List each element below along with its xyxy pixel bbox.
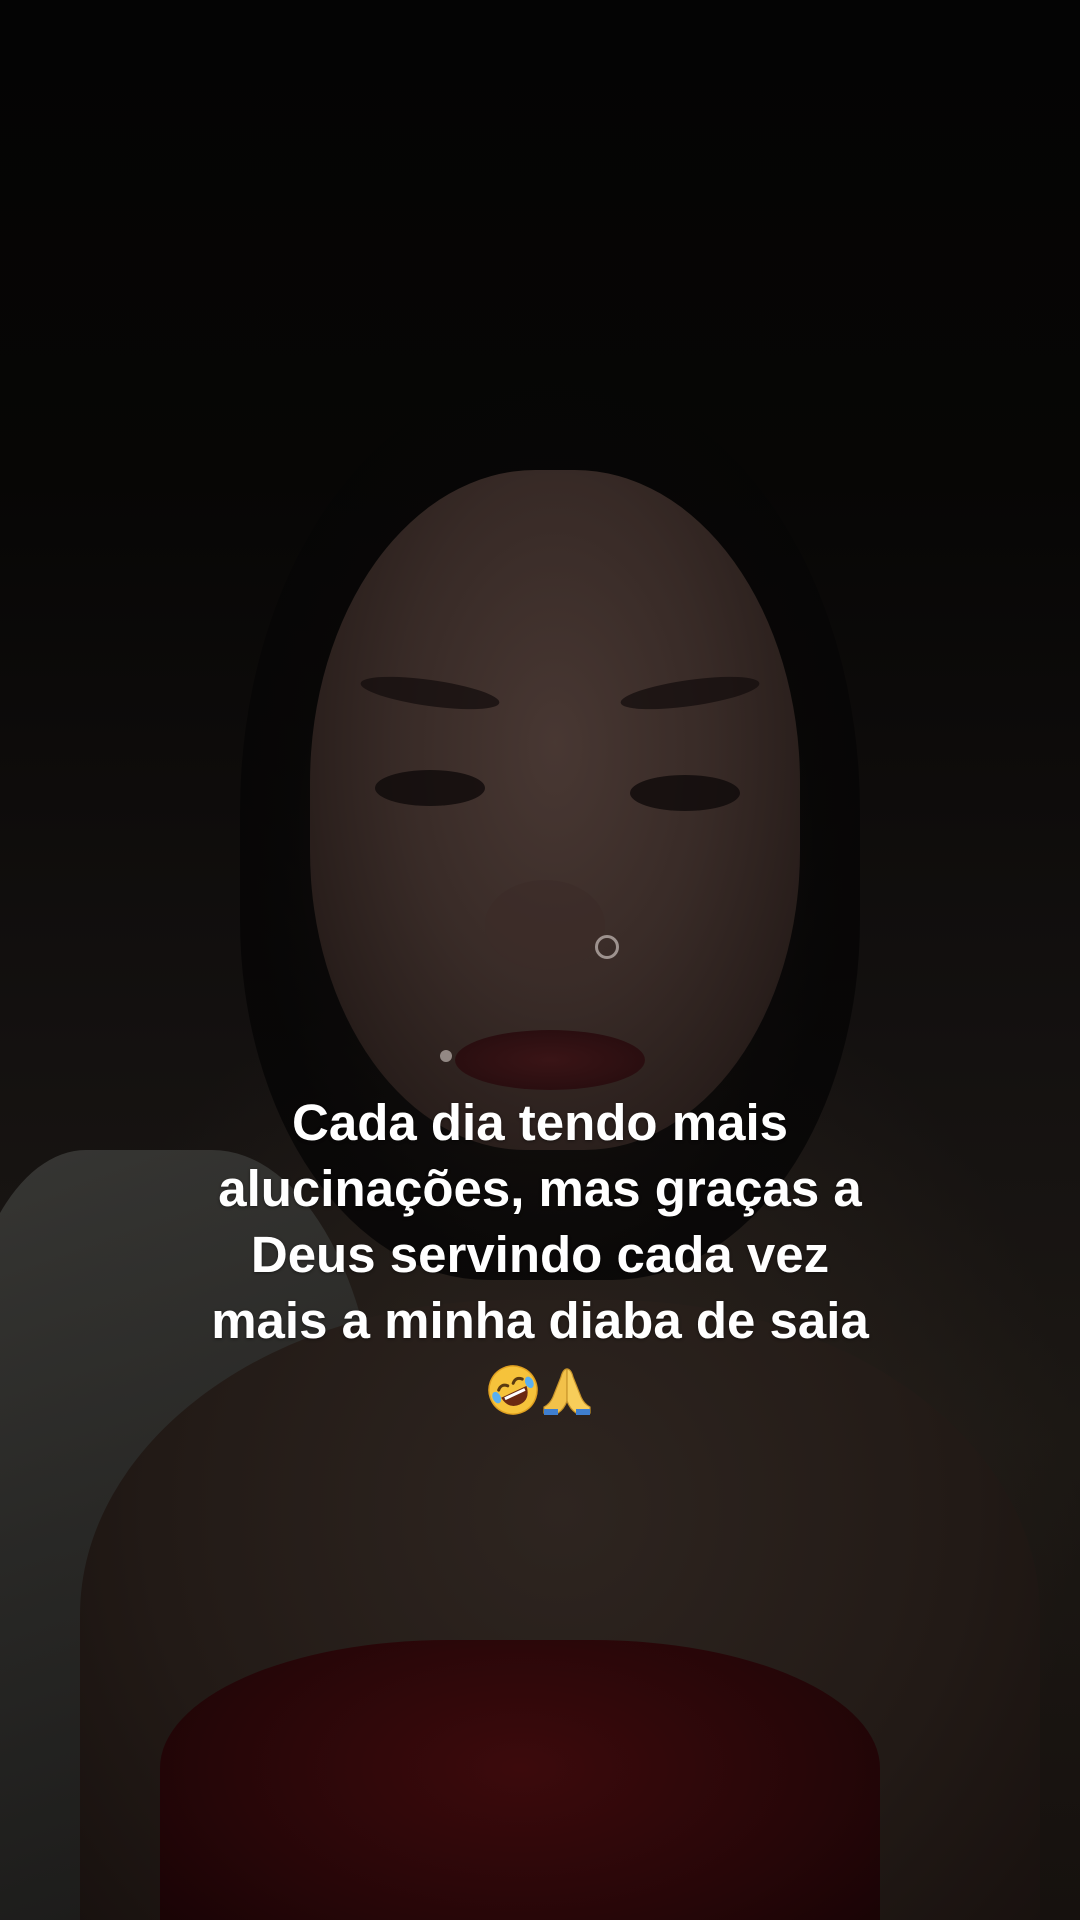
- caption-overlay: Cada dia tendo mais alucinações, mas gra…: [140, 1090, 940, 1418]
- rolling-on-floor-laughing-icon: [486, 1363, 540, 1417]
- folded-hands-icon: [540, 1363, 594, 1417]
- caption-line-2: alucinações, mas graças a: [218, 1160, 862, 1217]
- red-top: [160, 1640, 880, 1920]
- photo-frame: Cada dia tendo mais alucinações, mas gra…: [0, 0, 1080, 1920]
- nose-ring: [595, 935, 619, 959]
- face: [310, 470, 800, 1150]
- lips: [455, 1030, 645, 1090]
- caption-line-1: Cada dia tendo mais: [292, 1094, 788, 1151]
- right-eye: [630, 775, 740, 811]
- right-eyebrow: [618, 670, 762, 716]
- nose: [485, 880, 605, 970]
- caption-emoji-row: [140, 1356, 940, 1418]
- left-eyebrow: [358, 670, 502, 716]
- caption-line-3: Deus servindo cada vez: [250, 1226, 830, 1283]
- lip-piercing: [440, 1050, 452, 1062]
- caption-line-4: mais a minha diaba de saia: [211, 1292, 869, 1349]
- left-eye: [375, 770, 485, 806]
